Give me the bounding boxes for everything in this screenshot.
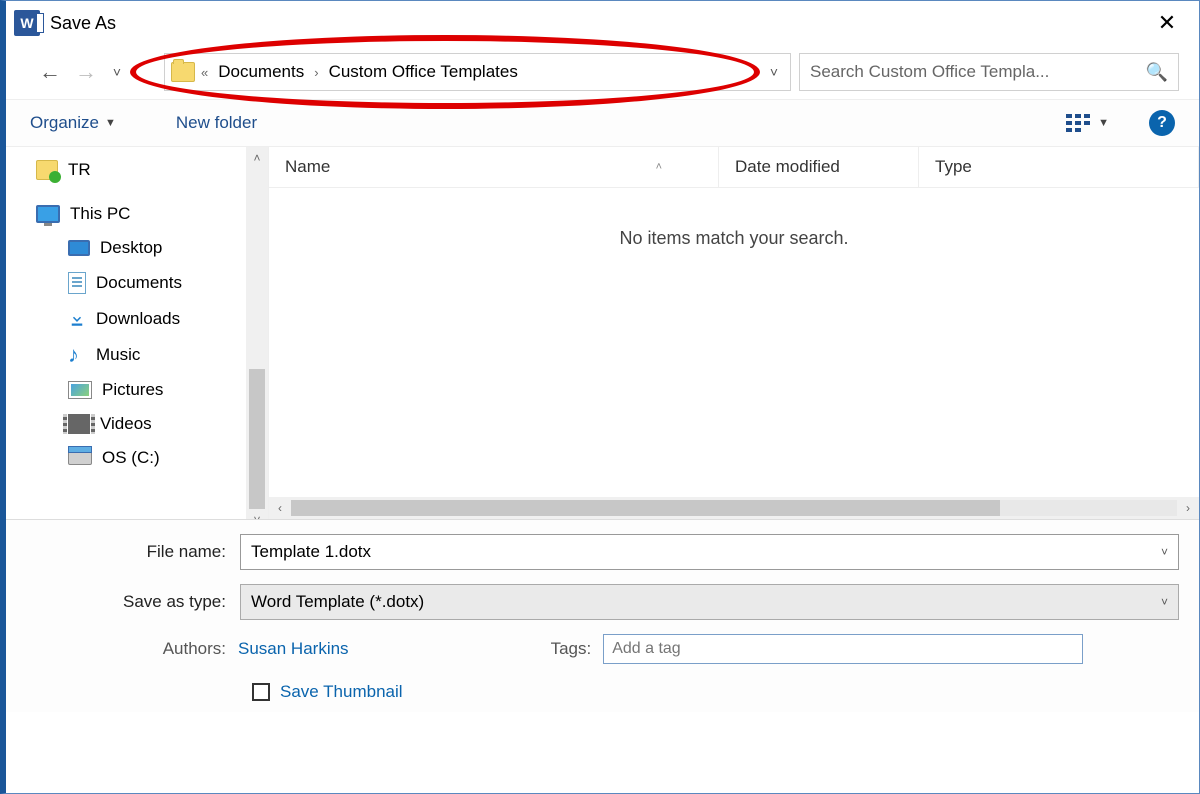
navigation-row: ← → ˅ « Documents › Custom Office Templa… bbox=[6, 45, 1199, 99]
new-folder-button[interactable]: New folder bbox=[176, 113, 257, 133]
scroll-up-icon[interactable]: ˄ bbox=[253, 147, 260, 169]
savetype-select[interactable]: Word Template (*.dotx) ˅ bbox=[240, 584, 1179, 620]
file-list: Name ˄ Date modified Type No items match… bbox=[268, 147, 1199, 519]
forward-button[interactable]: → bbox=[72, 58, 100, 86]
tree-item-pictures[interactable]: Pictures bbox=[6, 373, 268, 407]
toolbar: Organize ▼ New folder ▼ ? bbox=[6, 99, 1199, 147]
organize-menu[interactable]: Organize ▼ bbox=[30, 113, 116, 133]
filename-input[interactable]: Template 1.dotx ˅ bbox=[240, 534, 1179, 570]
recent-locations-dropdown[interactable]: ˅ bbox=[108, 64, 126, 80]
desktop-icon bbox=[68, 240, 90, 256]
tree-scrollbar[interactable]: ˄ ˅ bbox=[246, 147, 268, 519]
dropdown-icon: ▼ bbox=[1098, 117, 1109, 129]
address-dropdown-icon[interactable]: ˅ bbox=[764, 64, 784, 80]
dropdown-icon[interactable]: ˅ bbox=[1161, 595, 1168, 609]
music-icon: ♪ bbox=[68, 344, 86, 366]
scroll-thumb[interactable] bbox=[249, 369, 265, 509]
folder-synced-icon bbox=[36, 160, 58, 180]
window-title: Save As bbox=[50, 13, 116, 34]
scroll-down-icon[interactable]: ˅ bbox=[253, 509, 260, 519]
tree-item-os-c[interactable]: OS (C:) bbox=[6, 441, 268, 475]
address-bar[interactable]: « Documents › Custom Office Templates ˅ bbox=[164, 53, 791, 91]
back-button[interactable]: ← bbox=[36, 58, 64, 86]
word-app-icon: W bbox=[14, 10, 40, 36]
empty-state-text: No items match your search. bbox=[269, 188, 1199, 249]
column-header-date[interactable]: Date modified bbox=[719, 147, 919, 187]
column-header-type[interactable]: Type bbox=[919, 147, 1199, 187]
save-thumbnail-checkbox[interactable] bbox=[252, 683, 270, 701]
breadcrumb-custom-office-templates[interactable]: Custom Office Templates bbox=[325, 60, 522, 84]
scroll-thumb[interactable] bbox=[291, 500, 1000, 516]
savetype-label: Save as type: bbox=[26, 592, 226, 612]
scroll-track[interactable] bbox=[291, 500, 1177, 516]
view-mode-button[interactable]: ▼ bbox=[1066, 114, 1109, 132]
breadcrumb-documents[interactable]: Documents bbox=[214, 60, 308, 84]
sort-indicator-icon: ˄ bbox=[656, 161, 662, 173]
videos-icon bbox=[68, 414, 90, 434]
search-input[interactable]: Search Custom Office Templa... 🔍 bbox=[799, 53, 1179, 91]
this-pc-icon bbox=[36, 205, 60, 223]
tree-item-downloads[interactable]: Downloads bbox=[6, 301, 268, 337]
column-headers: Name ˄ Date modified Type bbox=[269, 147, 1199, 188]
column-header-name[interactable]: Name ˄ bbox=[269, 147, 719, 187]
dropdown-icon: ▼ bbox=[105, 117, 116, 129]
downloads-icon bbox=[68, 308, 86, 330]
tags-label: Tags: bbox=[551, 639, 592, 659]
tree-item-music[interactable]: ♪ Music bbox=[6, 337, 268, 373]
tree-item-this-pc[interactable]: This PC bbox=[6, 197, 268, 231]
breadcrumb-separator-icon: › bbox=[314, 65, 318, 80]
horizontal-scrollbar[interactable]: ‹ › bbox=[269, 497, 1199, 519]
dropdown-icon[interactable]: ˅ bbox=[1161, 545, 1168, 559]
close-button[interactable]: ✕ bbox=[1143, 1, 1191, 45]
explorer-body: TR This PC Desktop Documents Downloads ♪ bbox=[6, 147, 1199, 519]
authors-value[interactable]: Susan Harkins bbox=[238, 639, 349, 659]
folder-icon bbox=[171, 62, 195, 82]
navigation-tree[interactable]: TR This PC Desktop Documents Downloads ♪ bbox=[6, 147, 268, 519]
address-bar-container: « Documents › Custom Office Templates ˅ bbox=[164, 53, 791, 91]
breadcrumb-overflow-icon[interactable]: « bbox=[201, 65, 208, 80]
filename-label: File name: bbox=[26, 542, 226, 562]
scroll-left-icon[interactable]: ‹ bbox=[269, 501, 291, 515]
documents-icon bbox=[68, 272, 86, 294]
view-grid-icon bbox=[1066, 114, 1090, 132]
tags-input[interactable] bbox=[603, 634, 1083, 664]
drive-icon bbox=[68, 451, 92, 465]
save-as-dialog: W Save As ✕ ← → ˅ « Documents › Custom O… bbox=[0, 0, 1200, 794]
tree-item-desktop[interactable]: Desktop bbox=[6, 231, 268, 265]
scroll-right-icon[interactable]: › bbox=[1177, 501, 1199, 515]
search-icon: 🔍 bbox=[1146, 62, 1168, 83]
authors-label: Authors: bbox=[94, 639, 226, 659]
tree-item-videos[interactable]: Videos bbox=[6, 407, 268, 441]
save-form: File name: Template 1.dotx ˅ Save as typ… bbox=[6, 519, 1199, 712]
pictures-icon bbox=[68, 381, 92, 399]
titlebar: W Save As ✕ bbox=[6, 1, 1199, 45]
help-button[interactable]: ? bbox=[1149, 110, 1175, 136]
search-placeholder: Search Custom Office Templa... bbox=[810, 62, 1140, 82]
save-thumbnail-label[interactable]: Save Thumbnail bbox=[280, 682, 403, 702]
tree-item-documents[interactable]: Documents bbox=[6, 265, 268, 301]
tree-item-tr[interactable]: TR bbox=[6, 153, 268, 187]
